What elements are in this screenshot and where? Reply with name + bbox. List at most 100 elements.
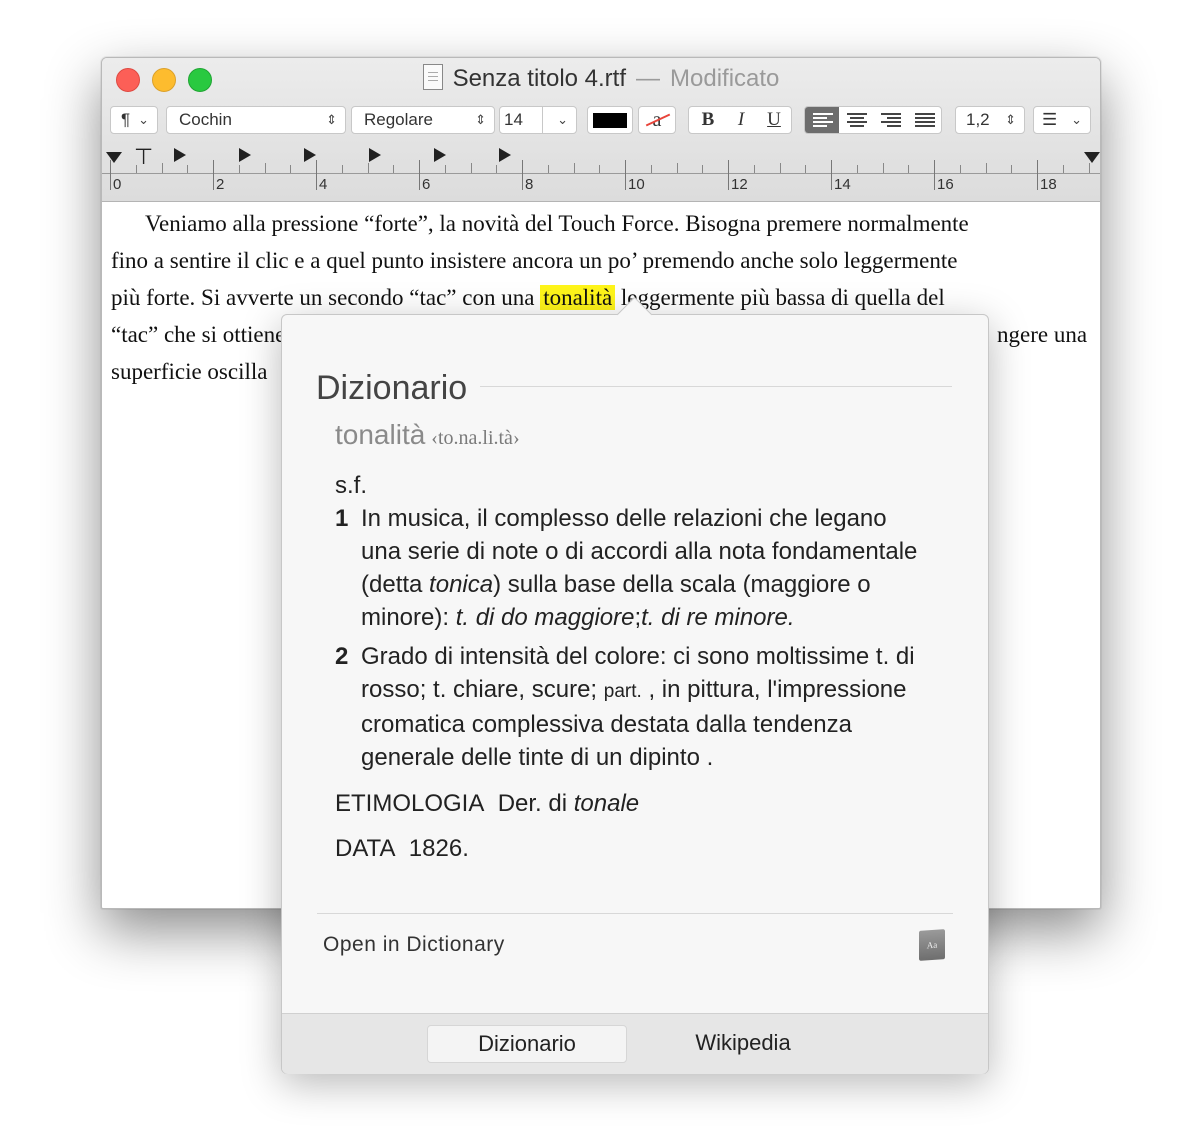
etymology: ETIMOLOGIA Der. di tonale: [335, 787, 955, 820]
align-center-button[interactable]: [839, 107, 873, 133]
underline-button[interactable]: U: [757, 107, 791, 133]
align-left-icon: [813, 113, 833, 129]
ruler-label: 0: [113, 176, 122, 193]
chevron-down-icon[interactable]: ⌄: [557, 107, 568, 133]
tab-wikipedia[interactable]: Wikipedia: [677, 1025, 809, 1061]
font-style-label: Regolare: [364, 110, 433, 129]
ruler-minor-tick: [470, 163, 472, 173]
tab-stop-marker[interactable]: [369, 148, 381, 162]
ruler-minor-tick: [805, 165, 807, 173]
ruler-major-tick: [1037, 160, 1038, 190]
definition-number: 2: [335, 643, 349, 670]
ruler-label: 6: [422, 176, 431, 193]
text-segment: ngere una: [997, 322, 1088, 347]
ruler-minor-tick: [702, 165, 704, 173]
definition-number: 1: [335, 505, 349, 532]
text-line-3: più forte. Si avverte un secondo “tac” c…: [111, 279, 1089, 316]
tab-stop-marker[interactable]: [499, 148, 511, 162]
align-center-icon: [847, 113, 867, 129]
background-color-well[interactable]: a: [638, 106, 676, 134]
part-of-speech: s.f.: [335, 472, 368, 499]
text-segment: “tac” che si ottiene: [111, 322, 286, 347]
lookup-popover: Dizionario tonalità ‹to.na.li.tà› s.f. 1 …: [281, 296, 989, 1074]
tab-stop-marker[interactable]: [239, 148, 251, 162]
italic-button[interactable]: I: [724, 107, 758, 133]
modified-status: Modificato: [670, 65, 780, 92]
alignment-control: [804, 106, 942, 134]
ruler-major-tick: [831, 160, 832, 190]
dictionary-app-icon[interactable]: Aa: [919, 929, 945, 961]
tab-stop-marker[interactable]: [174, 148, 186, 162]
headword-text: tonalità: [335, 419, 426, 450]
font-size-field[interactable]: 14: [504, 110, 523, 129]
ruler[interactable]: ⊤ 0 2 4 6 8 10 12 14 16 18: [102, 146, 1100, 200]
font-family-label: Cochin: [179, 110, 232, 129]
ruler-minor-tick: [496, 165, 498, 173]
ruler-minor-tick: [985, 163, 987, 173]
date-value: 1826.: [408, 835, 469, 862]
font-style-popup[interactable]: Regolare ⇕: [351, 106, 495, 134]
font-size-combo[interactable]: 14 ⌄: [499, 106, 577, 134]
bold-button[interactable]: B: [691, 107, 725, 133]
definition-line: (detta tonica) sulla base della scala (m…: [361, 571, 871, 598]
chevron-down-icon: ⌄: [138, 112, 149, 127]
align-left-button[interactable]: [805, 107, 839, 133]
ruler-major-tick: [213, 160, 214, 190]
ruler-minor-tick: [599, 165, 601, 173]
right-margin-marker[interactable]: [1084, 152, 1100, 163]
ruler-minor-tick: [135, 165, 137, 173]
line-spacing-popup[interactable]: 1,2 ⇕: [955, 106, 1025, 134]
filename: Senza titolo 4.rtf: [452, 65, 627, 92]
source-tab-bar: Dizionario Wikipedia: [282, 1013, 988, 1074]
tab-stop-marker[interactable]: [434, 148, 446, 162]
align-right-button[interactable]: [873, 107, 907, 133]
tab-stop-marker[interactable]: [304, 148, 316, 162]
up-down-arrows-icon: ⇕: [475, 112, 486, 127]
open-in-dictionary-link[interactable]: Open in Dictionary: [323, 933, 505, 957]
ruler-major-tick: [316, 160, 317, 190]
line-spacing-label: 1,2: [966, 110, 990, 129]
format-toolbar: ¶ ⌄ Cochin ⇕ Regolare ⇕ 14 ⌄ a: [102, 106, 1100, 136]
ruler-label: 14: [834, 176, 851, 193]
text-color-well[interactable]: [587, 106, 633, 134]
date-label: DATA: [335, 835, 396, 862]
ruler-minor-tick: [779, 163, 781, 173]
etymology-term: tonale: [573, 790, 640, 817]
up-down-arrows-icon: ⇕: [326, 112, 337, 127]
window-title: Senza titolo 4.rtf — Modificato: [102, 64, 1100, 94]
date-entry: DATA 1826.: [335, 832, 955, 865]
first-line-indent-marker[interactable]: [106, 152, 122, 163]
ruler-minor-tick: [573, 163, 575, 173]
definition-1: 1 In musica, il complesso delle relazion…: [335, 502, 955, 634]
font-family-popup[interactable]: Cochin ⇕: [166, 106, 346, 134]
paragraph-style-label: ¶: [121, 110, 131, 129]
definition-line: una serie di note o di accordi alla nota…: [361, 538, 918, 565]
up-down-arrows-icon: ⇕: [1005, 112, 1016, 127]
list-style-popup[interactable]: ☰ ⌄: [1033, 106, 1091, 134]
highlighted-word[interactable]: tonalità: [540, 285, 616, 310]
etymology-label: ETIMOLOGIA: [335, 790, 485, 817]
ruler-major-tick: [419, 160, 420, 190]
ruler-minor-tick: [290, 165, 292, 173]
left-indent-marker[interactable]: ⊤: [134, 146, 153, 168]
combo-divider: [542, 107, 543, 133]
definition-line: In musica, il complesso delle relazioni …: [361, 505, 887, 532]
ruler-label: 16: [937, 176, 954, 193]
ruler-major-tick: [625, 160, 626, 190]
tab-dizionario[interactable]: Dizionario: [427, 1025, 627, 1063]
document-icon: [422, 64, 443, 90]
ruler-baseline: [102, 173, 1100, 174]
text-line-2: fino a sentire il clic e a quel punto in…: [111, 248, 958, 273]
ruler-minor-tick: [238, 165, 240, 173]
justify-button[interactable]: [907, 107, 941, 133]
text-segment: più forte. Si avverte un secondo “tac” c…: [111, 285, 541, 310]
paragraph-style-popup[interactable]: ¶ ⌄: [110, 106, 158, 134]
align-right-icon: [881, 113, 901, 129]
text-segment: leggermente più bassa di quella del: [615, 285, 945, 310]
ruler-minor-tick: [856, 165, 858, 173]
color-swatch: [593, 113, 627, 128]
dictionary-heading: Dizionario: [316, 369, 468, 407]
ruler-major-tick: [110, 160, 111, 190]
definition-line: Grado di intensità del colore: ci sono m…: [361, 643, 915, 670]
ruler-minor-tick: [1062, 165, 1064, 173]
